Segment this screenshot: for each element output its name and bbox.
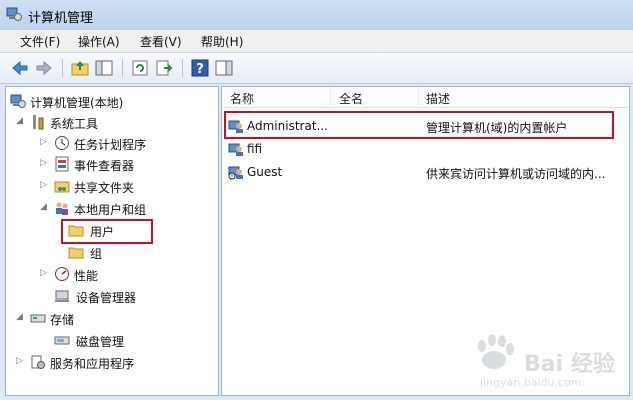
tree-label: 设备管理器	[76, 291, 137, 305]
tree-label: 事件查看器	[74, 159, 135, 173]
tree-label: 存储	[50, 313, 75, 327]
performance-icon	[54, 266, 70, 282]
baidu-paw-logo	[478, 334, 514, 369]
tree-label: 任务计划程序	[74, 138, 147, 152]
menu-bar: 文件(F) 操作(A) 查看(V) 帮助(H)	[0, 30, 633, 53]
list-row-guest[interactable]: Guest 供来宾访问计算机或访问域的内...	[222, 161, 629, 183]
column-header-description[interactable]: 描述	[426, 90, 450, 107]
toolbar-separator	[182, 59, 183, 77]
highlight-box-administrator	[224, 111, 614, 139]
computer-management-icon	[10, 93, 26, 109]
tree-label: 性能	[74, 269, 99, 283]
list-row-fifi[interactable]: fifi	[222, 138, 629, 160]
expand-arrow-icon[interactable]: ▷	[40, 137, 48, 147]
shared-folder-icon	[54, 178, 70, 194]
help-icon[interactable]: ?	[190, 58, 210, 78]
tree-label: 计算机管理(本地)	[30, 96, 124, 110]
back-arrow-icon[interactable]	[10, 58, 30, 78]
export-list-icon[interactable]	[154, 58, 174, 78]
device-manager-icon	[54, 288, 70, 304]
svg-text:?: ?	[196, 62, 204, 77]
properties-icon[interactable]	[214, 58, 234, 78]
window-title: 计算机管理	[28, 11, 94, 26]
tree-label: 共享文件夹	[74, 181, 135, 195]
user-description: 供来宾访问计算机或访问域的内...	[426, 167, 606, 181]
tree-label: 服务和应用程序	[50, 357, 135, 371]
title-bar: 计算机管理	[0, 0, 633, 30]
user-name: Guest	[247, 165, 283, 179]
watermark-brand: Bai 经验	[524, 352, 615, 377]
collapse-arrow-icon[interactable]: ◢	[16, 116, 24, 126]
column-header-name[interactable]: 名称	[230, 90, 254, 107]
show-hide-tree-icon[interactable]	[94, 58, 114, 78]
disk-management-icon	[54, 332, 70, 348]
user-name: fifi	[247, 142, 263, 156]
toolbar: ?	[0, 53, 633, 84]
toolbar-separator	[122, 59, 123, 77]
tree-label: 组	[90, 247, 103, 261]
highlight-box-users	[61, 219, 153, 244]
services-icon	[30, 354, 46, 370]
expand-arrow-icon[interactable]: ▷	[40, 158, 48, 168]
column-divider[interactable]	[330, 87, 331, 107]
clock-icon	[54, 135, 70, 151]
storage-icon	[30, 310, 46, 326]
disabled-user-icon	[228, 164, 244, 180]
tree-label: 系统工具	[50, 117, 99, 131]
event-viewer-icon	[54, 156, 70, 172]
watermark-url: jingyan.baidu.com	[480, 376, 582, 389]
refresh-icon[interactable]	[130, 58, 150, 78]
tree-label: 本地用户和组	[74, 203, 147, 217]
expand-arrow-icon[interactable]: ▷	[40, 268, 48, 278]
expand-arrow-icon[interactable]: ▷	[40, 180, 48, 190]
users-group-icon	[54, 200, 70, 216]
tools-icon	[30, 114, 46, 130]
up-folder-icon[interactable]	[70, 58, 90, 78]
menu-view[interactable]: 查看(V)	[140, 33, 182, 50]
computer-management-icon	[6, 6, 22, 22]
folder-icon	[68, 244, 84, 260]
collapse-arrow-icon[interactable]: ◢	[16, 312, 24, 322]
forward-arrow-icon[interactable]	[34, 58, 54, 78]
menu-help[interactable]: 帮助(H)	[201, 33, 243, 50]
list-header: 名称 全名 描述	[222, 87, 629, 108]
collapse-arrow-icon[interactable]: ◢	[40, 202, 48, 212]
expand-arrow-icon[interactable]: ▷	[16, 356, 24, 366]
toolbar-separator	[62, 59, 63, 77]
column-header-full-name[interactable]: 全名	[339, 90, 363, 107]
user-icon	[228, 141, 244, 157]
menu-action[interactable]: 操作(A)	[78, 33, 120, 50]
column-divider[interactable]	[418, 87, 419, 107]
baidu-jingyan-watermark: Bai 经验 jingyan.baidu.com	[470, 332, 620, 390]
menu-file[interactable]: 文件(F)	[20, 33, 60, 50]
tree-label: 磁盘管理	[76, 335, 125, 349]
